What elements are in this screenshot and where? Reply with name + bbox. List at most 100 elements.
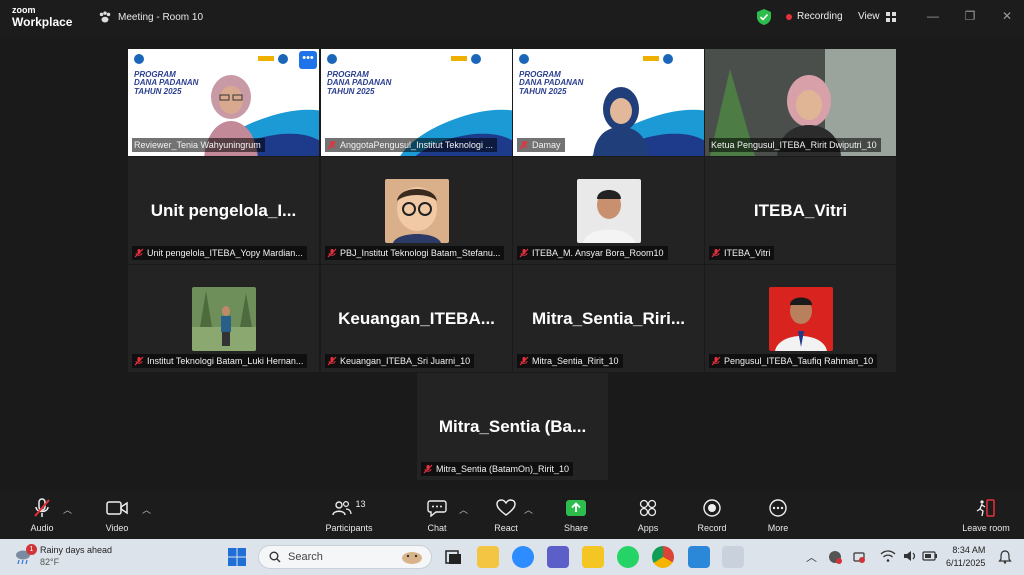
react-options-caret-icon[interactable]: ︿ [524, 503, 533, 516]
zoom-app-icon[interactable] [512, 546, 534, 568]
video-tile[interactable]: Mitra_Sentia (Ba... Mitra_Sentia (BatamO… [417, 373, 608, 480]
notification-bell-icon[interactable] [998, 550, 1012, 564]
teams-icon[interactable] [547, 546, 569, 568]
windows-start-icon[interactable] [228, 548, 246, 566]
muted-mic-icon [134, 248, 144, 258]
chat-options-caret-icon[interactable]: ︿ [459, 503, 468, 516]
meeting-info[interactable]: Meeting - Room 10 [98, 10, 203, 24]
zoom-logo: zoom Workplace [12, 6, 72, 29]
participant-name: ITEBA_Vitri [753, 201, 848, 220]
video-tile[interactable]: PROGRAM DANA PADANAN TAHUN 2025 AnggotaPen… [321, 49, 512, 156]
weather-widget[interactable]: 1 Rainy days ahead 82°F [14, 544, 124, 570]
participant-label: AnggotaPengusul_Institut Teknologi ... [325, 138, 497, 152]
participant-name: Keuangan_ITEBA... [338, 309, 495, 328]
video-tile[interactable]: ITEBA_M. Ansyar Bora_Room10 [513, 157, 704, 264]
recording-label: Recording [797, 11, 843, 22]
chrome-icon[interactable] [652, 546, 674, 568]
notepad-icon[interactable] [688, 546, 710, 568]
participant-label: ITEBA_Vitri [709, 246, 775, 260]
search-icon [269, 551, 281, 563]
participants-button[interactable]: 13 Participants [318, 497, 380, 533]
weather-badge: 1 [26, 544, 37, 555]
show-hidden-icons-icon[interactable]: ︿ [806, 549, 817, 565]
video-tile[interactable]: PROGRAM DANA PADANAN TAHUN 2025 Damay [513, 49, 704, 156]
avatar [769, 287, 833, 351]
share-button[interactable]: Share [560, 497, 592, 533]
clock[interactable]: 8:34 AM 6/11/2025 [946, 544, 985, 569]
participant-video-icon [593, 87, 649, 156]
record-button[interactable]: Record [695, 497, 729, 533]
video-button[interactable]: Video [100, 497, 134, 533]
audio-options-caret-icon[interactable]: ︿ [63, 503, 72, 516]
video-tile[interactable]: Pengusul_ITEBA_Taufiq Rahman_10 [705, 265, 896, 372]
record-icon [703, 499, 721, 517]
participants-label: Participants [325, 523, 373, 533]
recording-indicator[interactable]: Recording [786, 11, 843, 22]
muted-mic-icon [34, 498, 50, 517]
clock-date: 6/11/2025 [946, 557, 986, 568]
muted-mic-icon [423, 464, 433, 474]
sticky-notes-icon[interactable] [582, 546, 604, 568]
more-button[interactable]: More [764, 497, 792, 533]
minimize-icon[interactable]: — [926, 9, 940, 23]
file-explorer-icon[interactable] [477, 546, 499, 568]
participant-name: Mitra_Sentia_Riri... [531, 309, 686, 328]
whatsapp-icon[interactable] [617, 546, 639, 568]
video-options-caret-icon[interactable]: ︿ [142, 503, 151, 516]
video-tile[interactable]: Ketua Pengusul_ITEBA_Ririt Dwiputri_10 [705, 49, 896, 156]
participant-label: Keuangan_ITEBA_Sri Juarni_10 [325, 354, 475, 368]
muted-mic-icon [519, 248, 529, 258]
react-button[interactable]: React [491, 497, 521, 533]
more-icon [769, 499, 787, 517]
participant-label: Damay [517, 138, 565, 152]
volume-icon[interactable] [902, 549, 918, 563]
view-label: View [858, 11, 880, 22]
video-tile[interactable]: Mitra_Sentia_Riri... Mitra_Sentia_Ririt_… [513, 265, 704, 372]
audio-button[interactable]: Audio [24, 497, 60, 533]
snipping-tool-icon[interactable] [722, 546, 744, 568]
video-tile[interactable]: Keuangan_ITEBA... Keuangan_ITEBA_Sri Jua… [321, 265, 512, 372]
close-icon[interactable]: ✕ [1000, 9, 1014, 23]
muted-mic-icon [327, 248, 337, 258]
video-label: Video [105, 523, 129, 533]
audio-label: Audio [30, 523, 54, 533]
grid-icon [885, 11, 896, 22]
slide-title: PROGRAM DANA PADANAN TAHUN 2025 [134, 70, 199, 96]
muted-mic-icon [711, 356, 721, 366]
task-view-icon[interactable] [442, 546, 464, 568]
participant-label: Reviewer_Tenia Wahyuningrum [132, 138, 265, 152]
video-tile[interactable]: PROGRAM DANA PADANAN TAHUN 2025 ••• Review… [128, 49, 319, 156]
participant-label: Pengusul_ITEBA_Taufiq Rahman_10 [709, 354, 878, 368]
participant-label: Institut Teknologi Batam_Luki Hernan... [132, 354, 308, 368]
leave-room-button[interactable]: Leave room [958, 497, 1014, 533]
chat-icon [427, 500, 447, 517]
taskbar-search[interactable]: Search [258, 545, 432, 569]
leave-icon [976, 499, 995, 517]
chat-button[interactable]: Chat [424, 497, 450, 533]
camera-icon [106, 501, 128, 515]
record-label: Record [697, 523, 727, 533]
meeting-title: Meeting - Room 10 [118, 11, 204, 23]
security-shield-icon[interactable] [757, 9, 771, 25]
video-tile[interactable]: Unit pengelola_I... Unit pengelola_ITEBA… [128, 157, 319, 264]
zoom-tray-icon[interactable] [828, 550, 842, 564]
more-options-button[interactable]: ••• [299, 51, 317, 69]
video-tile[interactable]: PBJ_Institut Teknologi Batam_Stefanu... [321, 157, 512, 264]
view-button[interactable]: View [858, 11, 896, 22]
wifi-icon[interactable] [880, 549, 896, 563]
share-label: Share [563, 523, 589, 533]
participant-name: Unit pengelola_I... [150, 201, 297, 220]
video-tile[interactable]: Institut Teknologi Batam_Luki Hernan... [128, 265, 319, 372]
recording-dot-icon [786, 13, 792, 20]
participant-label: Mitra_Sentia (BatamOn)_Ririt_10 [421, 462, 574, 476]
maximize-icon[interactable]: ❐ [963, 9, 977, 23]
wifi-status-icon[interactable] [852, 550, 866, 564]
avatar [192, 287, 256, 351]
muted-mic-icon [519, 140, 529, 150]
apps-button[interactable]: Apps [634, 497, 662, 533]
battery-icon[interactable] [922, 550, 938, 562]
video-tile[interactable]: ITEBA_Vitri ITEBA_Vitri [705, 157, 896, 264]
clock-time: 8:34 AM [952, 545, 986, 555]
participant-label: ITEBA_M. Ansyar Bora_Room10 [517, 246, 668, 260]
weather-temp: 82°F [40, 557, 60, 568]
